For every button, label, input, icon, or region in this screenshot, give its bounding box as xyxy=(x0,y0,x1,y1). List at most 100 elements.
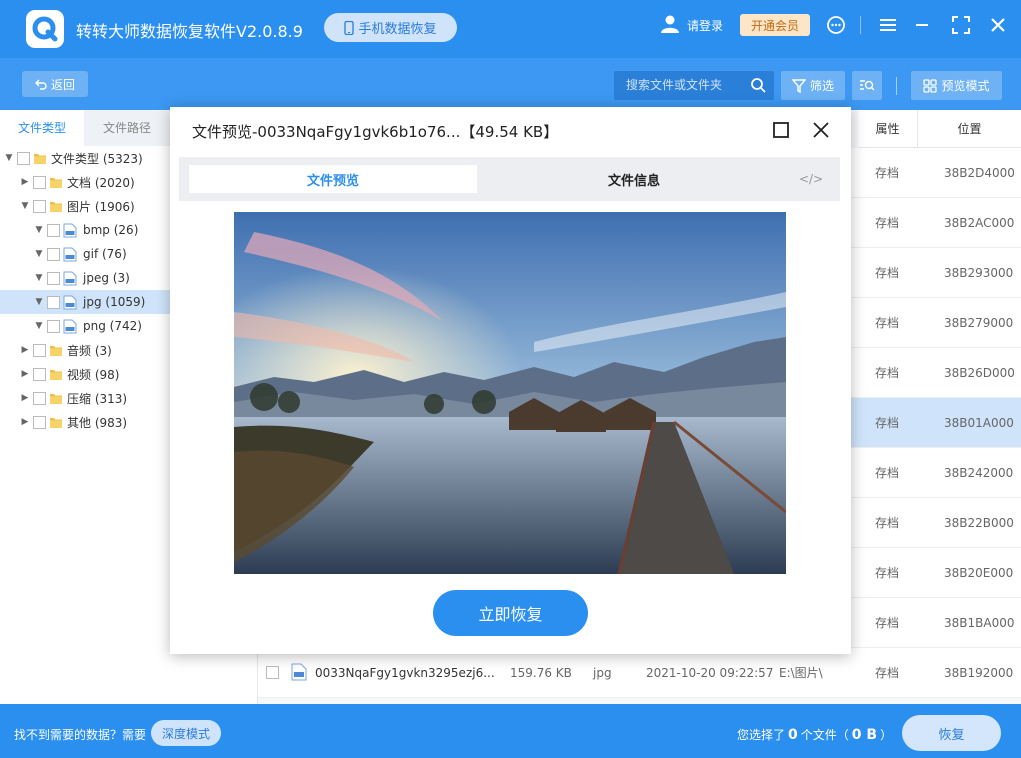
tab-file-type[interactable]: 文件类型 xyxy=(0,110,84,146)
mobile-recovery-label: 手机数据恢复 xyxy=(358,22,437,37)
menu-icon[interactable] xyxy=(877,14,899,36)
preview-mode-button[interactable]: 预览模式 xyxy=(911,71,1002,100)
header-location[interactable]: 位置 xyxy=(918,110,1021,148)
tree-checkbox[interactable] xyxy=(47,319,60,333)
dialog-close-icon[interactable] xyxy=(812,121,830,142)
collapse-icon[interactable]: ▼ xyxy=(34,321,44,331)
tree-checkbox[interactable] xyxy=(47,247,60,261)
tab-code-icon[interactable]: </> xyxy=(799,165,823,193)
collapse-icon[interactable]: ▼ xyxy=(20,201,30,211)
collapse-icon[interactable]: ▼ xyxy=(4,153,14,163)
vip-button[interactable]: 开通会员 xyxy=(740,14,810,36)
row-location: 38B2D4000 xyxy=(944,166,1015,180)
app-logo-icon xyxy=(26,10,64,48)
filter-icon xyxy=(791,78,806,93)
image-file-icon xyxy=(291,663,307,681)
expand-icon[interactable]: ▶ xyxy=(20,345,30,355)
tree-item-label: 其他 (983) xyxy=(67,415,128,430)
tree-checkbox[interactable] xyxy=(33,175,46,189)
table-row[interactable]: 0033NqaFgy1gvkn3295ezj6... 159.76 KB jpg 20… xyxy=(258,648,1021,698)
tab-file-preview[interactable]: 文件预览 xyxy=(189,165,477,193)
tree-item-label: jpeg (3) xyxy=(83,271,130,285)
row-attribute: 存档 xyxy=(875,266,900,280)
image-file-icon xyxy=(63,223,77,237)
header-divider xyxy=(917,110,918,148)
tree-checkbox[interactable] xyxy=(47,271,60,285)
collapse-icon[interactable]: ▼ xyxy=(34,297,44,307)
tree-item-label: 文档 (2020) xyxy=(67,175,135,190)
tree-checkbox[interactable] xyxy=(33,415,46,429)
tree-item-label: jpg (1059) xyxy=(83,295,146,309)
phone-icon xyxy=(344,20,355,35)
folder-icon xyxy=(50,345,62,356)
selection-prefix: 您选择了 xyxy=(737,728,786,742)
tree-checkbox[interactable] xyxy=(33,199,46,213)
preview-image xyxy=(234,212,786,574)
deep-mode-button[interactable]: 深度模式 xyxy=(151,720,221,746)
row-attribute: 存档 xyxy=(875,466,900,480)
row-attribute: 存档 xyxy=(875,366,900,380)
minimize-icon[interactable] xyxy=(911,14,933,36)
tree-item-label: 文件类型 (5323) xyxy=(51,151,143,166)
expand-icon[interactable]: ▶ xyxy=(20,417,30,427)
tree-checkbox[interactable] xyxy=(47,223,60,237)
zoom-search-button[interactable] xyxy=(852,71,882,100)
header-attribute[interactable]: 属性 xyxy=(858,110,917,148)
row-location: 38B242000 xyxy=(944,466,1014,480)
row-location: 38B1BA000 xyxy=(944,616,1015,630)
close-icon[interactable] xyxy=(987,14,1009,36)
tree-checkbox[interactable] xyxy=(33,367,46,381)
filter-button[interactable]: 筛选 xyxy=(781,71,845,100)
recover-now-button[interactable]: 立即恢复 xyxy=(433,590,588,636)
image-file-icon xyxy=(63,271,77,285)
grid-icon xyxy=(923,78,938,93)
tree-item-label: 音频 (3) xyxy=(67,343,112,358)
maximize-icon[interactable] xyxy=(772,121,790,142)
mobile-recovery-button[interactable]: 手机数据恢复 xyxy=(324,13,457,42)
titlebar-divider xyxy=(860,16,861,34)
tree-checkbox[interactable] xyxy=(47,295,60,309)
row-location: 38B192000 xyxy=(944,666,1014,680)
tree-item-label: png (742) xyxy=(83,319,142,333)
folder-icon xyxy=(50,393,62,404)
user-icon[interactable] xyxy=(660,14,680,37)
collapse-icon[interactable]: ▼ xyxy=(34,249,44,259)
support-icon[interactable] xyxy=(825,14,847,36)
dialog-title: 文件预览-0033NqaFgy1gvk6b1o76...【49.54 KB】 xyxy=(192,123,559,141)
tree-checkbox[interactable] xyxy=(17,151,30,165)
tree-item-label: 视频 (98) xyxy=(67,367,120,382)
tab-file-info[interactable]: 文件信息 xyxy=(589,165,679,193)
row-file-path: E:\图片\ xyxy=(779,666,823,680)
expand-icon[interactable]: ▶ xyxy=(20,393,30,403)
back-button[interactable]: 返回 xyxy=(22,71,88,97)
search-icon[interactable] xyxy=(750,77,766,96)
selection-count: 0 xyxy=(788,727,798,743)
row-attribute: 存档 xyxy=(875,416,900,430)
folder-icon xyxy=(34,153,46,164)
expand-icon[interactable]: ▶ xyxy=(20,369,30,379)
tree-checkbox[interactable] xyxy=(33,343,46,357)
collapse-icon[interactable]: ▼ xyxy=(34,225,44,235)
row-location: 38B2AC000 xyxy=(944,216,1015,230)
login-link[interactable]: 请登录 xyxy=(687,17,723,34)
deep-mode-hint: 找不到需要的数据？需要 xyxy=(14,728,147,742)
folder-icon xyxy=(50,201,62,212)
row-file-size: 159.76 KB xyxy=(510,666,572,680)
row-location: 38B293000 xyxy=(944,266,1014,280)
fullscreen-icon[interactable] xyxy=(950,14,972,36)
row-file-type: jpg xyxy=(593,666,612,680)
collapse-icon[interactable]: ▼ xyxy=(34,273,44,283)
expand-icon[interactable]: ▶ xyxy=(20,177,30,187)
row-attribute: 存档 xyxy=(875,216,900,230)
row-attribute: 存档 xyxy=(875,516,900,530)
row-checkbox[interactable] xyxy=(266,666,279,679)
image-file-icon xyxy=(63,247,77,261)
toolbar-divider xyxy=(896,77,897,95)
tab-file-path[interactable]: 文件路径 xyxy=(84,110,170,146)
filter-label: 筛选 xyxy=(809,79,834,93)
tree-checkbox[interactable] xyxy=(33,391,46,405)
selection-info: 您选择了 0 个文件（ 0 B ） xyxy=(737,726,892,743)
row-file-name: 0033NqaFgy1gvkn3295ezj6... xyxy=(315,666,495,680)
restore-button[interactable]: 恢复 xyxy=(902,715,1001,751)
row-attribute: 存档 xyxy=(875,566,900,580)
